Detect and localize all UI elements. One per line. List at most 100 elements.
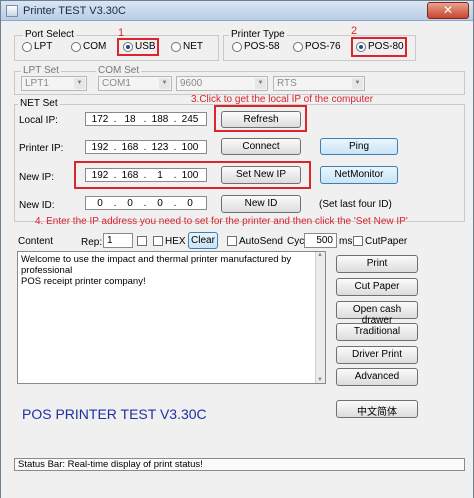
scroll-down-icon[interactable]: ▼ bbox=[317, 377, 323, 383]
hex-checkbox[interactable] bbox=[153, 236, 163, 246]
open-cash-drawer-button[interactable]: Open cash drawer bbox=[336, 301, 418, 326]
lpt-port-value: LPT1 bbox=[25, 78, 49, 89]
ip-dot: . bbox=[173, 198, 177, 209]
ip-dot: . bbox=[173, 114, 177, 125]
radio-com[interactable] bbox=[71, 42, 81, 52]
window-title: Printer TEST V3.30C bbox=[23, 5, 126, 17]
radio-lpt[interactable] bbox=[22, 42, 32, 52]
annotation-step-4: 4. Enter the IP address you need to set … bbox=[35, 216, 408, 227]
textarea-scrollbar[interactable]: ▲ ▼ bbox=[315, 252, 325, 383]
highlight-pos80 bbox=[351, 37, 407, 57]
cyc-unit-label: ms bbox=[339, 236, 353, 247]
cutpaper-checkbox[interactable] bbox=[353, 236, 363, 246]
ping-button[interactable]: Ping bbox=[320, 138, 398, 155]
rep-spin-box[interactable] bbox=[137, 236, 147, 246]
printer-ip-octet-1: 192 bbox=[91, 142, 109, 153]
radio-pos58-label: POS-58 bbox=[244, 41, 280, 52]
radio-com-label: COM bbox=[83, 41, 107, 52]
new-id-field[interactable]: 0 . 0 . 0 . 0 bbox=[85, 196, 207, 210]
main-window: Printer TEST V3.30C ✕ Port Select LPT CO… bbox=[0, 0, 474, 498]
autosend-checkbox[interactable] bbox=[227, 236, 237, 246]
clear-button[interactable]: Clear bbox=[188, 232, 218, 249]
ip-dot: . bbox=[143, 198, 147, 209]
content-text-line-1: Welcome to use the impact and thermal pr… bbox=[21, 254, 292, 276]
rep-label: Rep: bbox=[81, 237, 103, 248]
print-button[interactable]: Print bbox=[336, 255, 418, 273]
language-button[interactable]: 中文简体 bbox=[336, 400, 418, 418]
netmonitor-button[interactable]: NetMonitor bbox=[320, 166, 398, 184]
lpt-port-select[interactable]: LPT1 ▼ bbox=[21, 76, 87, 91]
window-bottom-strip bbox=[1, 483, 473, 498]
cutpaper-label: CutPaper bbox=[365, 236, 408, 247]
new-id-part-1: 0 bbox=[97, 198, 103, 209]
radio-net-label: NET bbox=[183, 41, 203, 52]
ip-dot: . bbox=[113, 198, 117, 209]
content-label: Content bbox=[18, 236, 54, 247]
local-ip-octet-4: 245 bbox=[181, 114, 199, 125]
close-icon[interactable]: ✕ bbox=[427, 2, 469, 19]
content-text-line-2: POS receipt printer company! bbox=[21, 276, 146, 287]
annotation-number-2: 2 bbox=[351, 25, 358, 37]
chevron-down-icon: ▼ bbox=[74, 78, 85, 89]
printer-ip-octet-3: 123 bbox=[151, 142, 169, 153]
new-id-part-2: 0 bbox=[127, 198, 133, 209]
new-id-button[interactable]: New ID bbox=[221, 195, 301, 213]
local-ip-octet-1: 172 bbox=[91, 114, 109, 125]
lpt-set-label: LPT Set bbox=[21, 65, 61, 76]
flow-control-select[interactable]: RTS ▼ bbox=[273, 76, 365, 91]
content-textarea[interactable]: Welcome to use the impact and thermal pr… bbox=[17, 251, 326, 384]
scroll-up-icon[interactable]: ▲ bbox=[317, 252, 323, 258]
baud-rate-value: 9600 bbox=[180, 78, 203, 89]
local-ip-field[interactable]: 172 . 18 . 188 . 245 bbox=[85, 112, 207, 126]
autosend-label: AutoSend bbox=[239, 236, 283, 247]
chevron-down-icon: ▼ bbox=[255, 78, 266, 89]
com-port-select[interactable]: COM1 ▼ bbox=[98, 76, 172, 91]
radio-net[interactable] bbox=[171, 42, 181, 52]
ip-dot: . bbox=[113, 114, 117, 125]
new-id-label: New ID: bbox=[19, 200, 55, 211]
cyc-label: Cyc bbox=[287, 236, 305, 247]
new-ip-label: New IP: bbox=[19, 172, 55, 183]
app-icon bbox=[6, 5, 18, 17]
radio-pos58[interactable] bbox=[232, 42, 242, 52]
annotation-step-3: 3.Click to get the local IP of the compu… bbox=[191, 94, 374, 105]
hex-label: HEX bbox=[165, 236, 186, 247]
app-big-title: POS PRINTER TEST V3.30C bbox=[22, 406, 207, 422]
connect-button[interactable]: Connect bbox=[221, 138, 301, 155]
rep-input[interactable]: 1 bbox=[103, 233, 133, 248]
radio-lpt-label: LPT bbox=[34, 41, 53, 52]
chevron-down-icon: ▼ bbox=[159, 78, 170, 89]
highlight-usb bbox=[117, 38, 159, 56]
ip-dot: . bbox=[113, 142, 117, 153]
port-select-label: Port Select bbox=[23, 29, 76, 40]
cyc-input[interactable]: 500 bbox=[304, 233, 337, 248]
local-ip-octet-3: 188 bbox=[151, 114, 169, 125]
printer-ip-label: Printer IP: bbox=[19, 143, 64, 154]
highlight-new-ip bbox=[74, 161, 311, 189]
new-id-part-3: 0 bbox=[157, 198, 163, 209]
cut-paper-button[interactable]: Cut Paper bbox=[336, 278, 418, 296]
com-port-value: COM1 bbox=[102, 78, 131, 89]
flow-control-value: RTS bbox=[277, 78, 297, 89]
ip-dot: . bbox=[143, 142, 147, 153]
ip-dot: . bbox=[143, 114, 147, 125]
new-id-hint: (Set last four ID) bbox=[319, 199, 392, 210]
status-bar: Status Bar: Real-time display of print s… bbox=[14, 458, 465, 471]
printer-ip-octet-2: 168 bbox=[121, 142, 139, 153]
com-set-label: COM Set bbox=[96, 65, 142, 76]
chevron-down-icon: ▼ bbox=[352, 78, 363, 89]
highlight-refresh bbox=[214, 105, 307, 132]
printer-type-label: Printer Type bbox=[229, 29, 287, 40]
baud-rate-select[interactable]: 9600 ▼ bbox=[176, 76, 268, 91]
radio-pos76-label: POS-76 bbox=[305, 41, 341, 52]
new-id-part-4: 0 bbox=[187, 198, 193, 209]
local-ip-octet-2: 18 bbox=[124, 114, 136, 125]
title-bar: Printer TEST V3.30C ✕ bbox=[1, 1, 473, 21]
local-ip-label: Local IP: bbox=[19, 115, 58, 126]
driver-print-button[interactable]: Driver Print bbox=[336, 346, 418, 364]
radio-pos76[interactable] bbox=[293, 42, 303, 52]
advanced-button[interactable]: Advanced bbox=[336, 368, 418, 386]
printer-ip-octet-4: 100 bbox=[181, 142, 199, 153]
traditional-button[interactable]: Traditional bbox=[336, 323, 418, 341]
printer-ip-field[interactable]: 192 . 168 . 123 . 100 bbox=[85, 140, 207, 154]
